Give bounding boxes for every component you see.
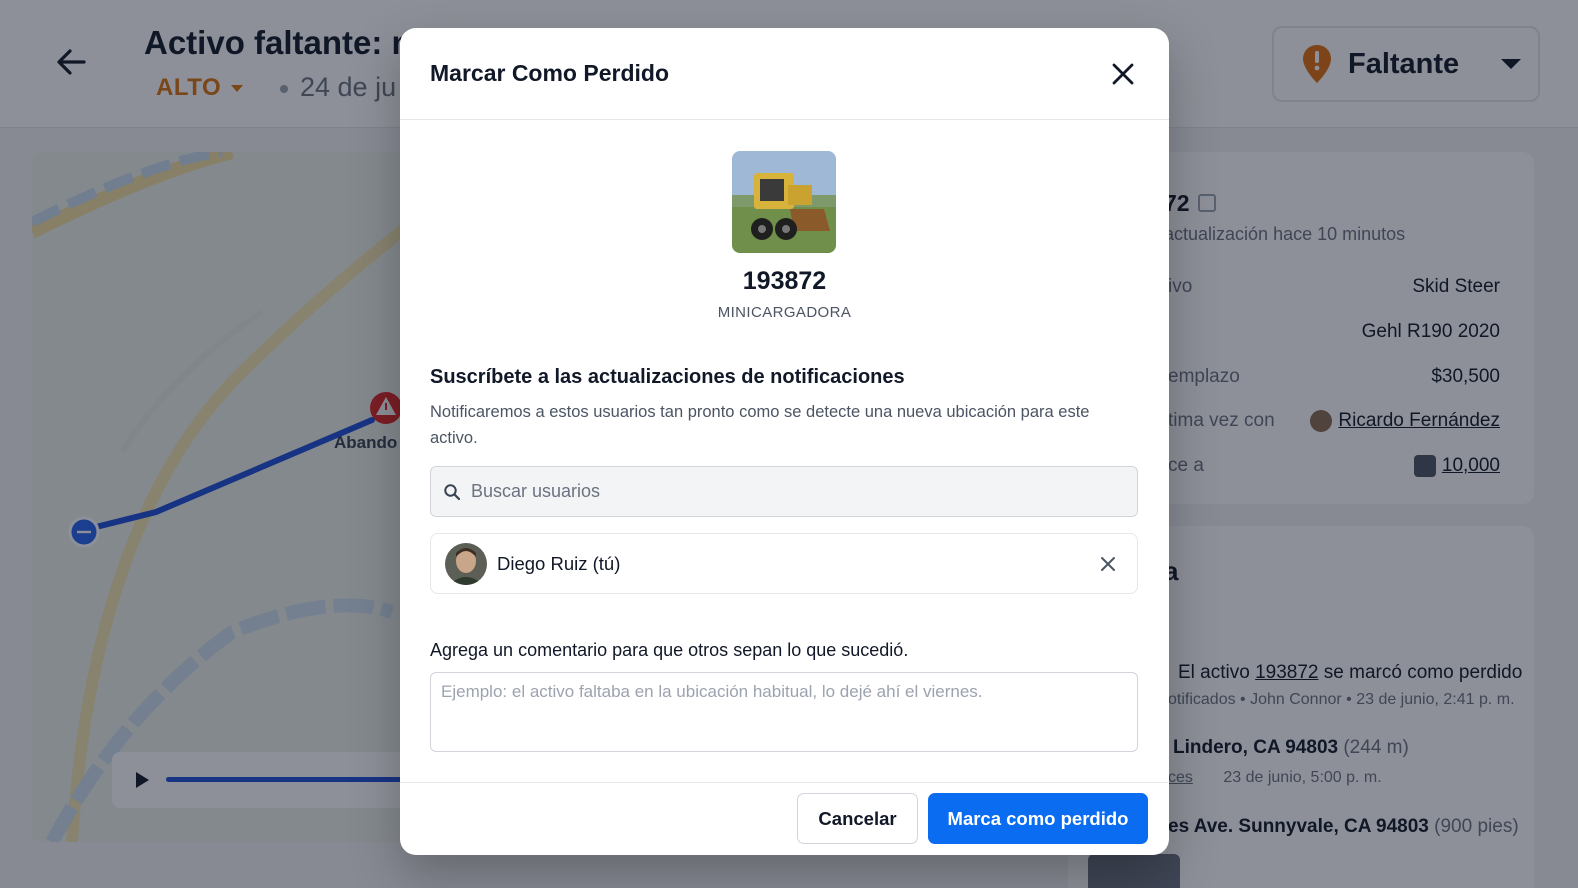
mark-lost-dialog: Marcar Como Perdido 193872 MINICARGADORA… [400, 28, 1169, 855]
search-icon [444, 484, 461, 501]
dialog-header: Marcar Como Perdido [400, 28, 1169, 120]
search-input[interactable] [471, 469, 1121, 513]
comment-label: Agrega un comentario para que otros sepa… [430, 640, 909, 660]
user-search-field[interactable] [430, 466, 1138, 517]
avatar [445, 543, 487, 585]
close-icon[interactable] [1107, 58, 1139, 90]
dialog-title: Marcar Como Perdido [430, 60, 669, 86]
subscribe-heading: Suscríbete a las actualizaciones de noti… [430, 366, 905, 388]
mark-lost-button[interactable]: Marca como perdido [928, 793, 1148, 844]
subscribed-user: Diego Ruiz (tú) [430, 533, 1138, 594]
cancel-button[interactable]: Cancelar [797, 793, 918, 844]
asset-number: 193872 [742, 267, 827, 295]
asset-photo [732, 151, 836, 253]
remove-user-icon[interactable] [1099, 555, 1117, 573]
user-name: Diego Ruiz (tú) [497, 553, 621, 574]
subscribe-description: Notificaremos a estos usuarios tan pront… [430, 403, 1090, 447]
asset-type: MINICARGADORA [717, 304, 852, 321]
comment-field[interactable] [430, 672, 1138, 752]
